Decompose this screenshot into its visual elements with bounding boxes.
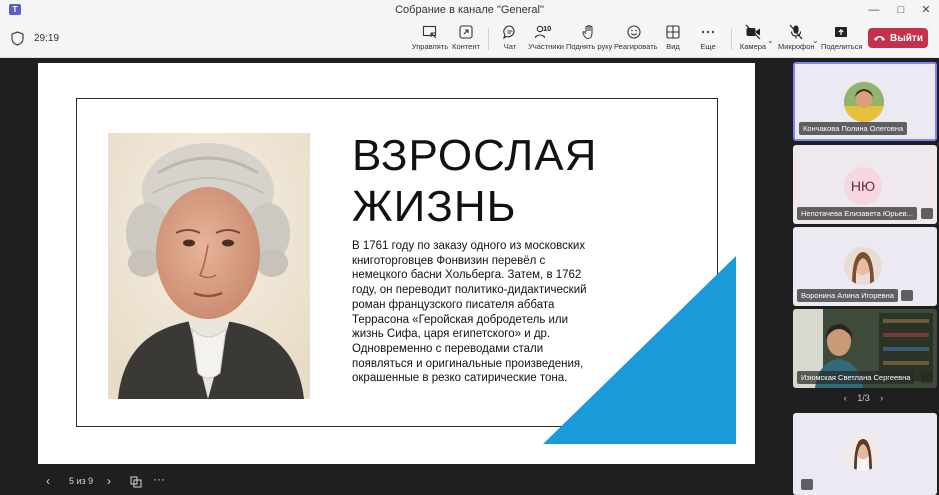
portrait-image	[108, 133, 310, 399]
muted-mic-icon	[921, 372, 933, 383]
participant-initials-avatar: НЮ	[844, 167, 882, 205]
share-button[interactable]: Поделиться	[821, 24, 863, 54]
pager-next-button[interactable]: ›	[880, 393, 883, 403]
leave-label: Выйти	[890, 32, 923, 44]
participant-tile[interactable]: Изюмская Светлана Сергеевна	[793, 309, 937, 388]
previous-slide-button[interactable]: ‹	[46, 474, 50, 488]
participant-name: Непотачева Елизавета Юрьев...	[797, 207, 917, 220]
next-slide-button[interactable]: ›	[107, 474, 111, 488]
participants-icon: 10	[528, 24, 564, 41]
view-icon	[662, 24, 684, 41]
presentation-slide: ВЗРОСЛАЯ ЖИЗНЬ В 1761 году по заказу одн…	[38, 63, 755, 464]
shared-content-stage: ВЗРОСЛАЯ ЖИЗНЬ В 1761 году по заказу одн…	[0, 59, 788, 495]
share-label: Поделиться	[821, 42, 863, 51]
camera-button[interactable]: Камера	[739, 24, 767, 54]
chat-button[interactable]: Чат	[497, 24, 523, 54]
mic-button[interactable]: Микрофон	[778, 24, 815, 54]
participants-pager: ‹ 1/3 ›	[788, 393, 939, 403]
participant-name: Воронина Алина Игоревна	[797, 289, 898, 302]
participant-avatar	[844, 82, 884, 122]
raise-hand-icon	[566, 24, 612, 41]
participant-name: Кончакова Полина Олеговна	[799, 122, 908, 135]
muted-mic-icon	[801, 479, 813, 490]
chat-label: Чат	[503, 42, 517, 51]
participants-panel: Кончакова Полина Олеговна НЮ Непотачева …	[788, 59, 939, 495]
raise-hand-label: Поднять руку	[566, 42, 613, 51]
chat-icon	[497, 24, 523, 41]
slide-navigation: ‹ 5 из 9 › ···	[0, 471, 260, 493]
slide-page-indicator: 5 из 9	[69, 476, 94, 486]
mic-label: Микрофон	[778, 42, 815, 51]
camera-options-chevron-icon[interactable]: ⌄	[767, 36, 774, 45]
view-button[interactable]: Вид	[662, 24, 684, 54]
slide-grid-button[interactable]	[130, 476, 142, 491]
camera-label: Камера	[739, 42, 767, 51]
react-icon	[614, 24, 654, 41]
participant-tile[interactable]: НЮ Непотачева Елизавета Юрьев...	[793, 145, 937, 224]
participants-button[interactable]: 10 Участники	[528, 24, 564, 54]
maximize-button[interactable]: □	[893, 2, 909, 18]
content-label: Контент	[452, 42, 480, 51]
muted-mic-icon	[901, 290, 913, 301]
raise-hand-button[interactable]: Поднять руку	[566, 24, 612, 54]
more-button[interactable]: Еще	[697, 24, 719, 54]
slide-grid-icon	[130, 476, 142, 488]
participant-name: Изюмская Светлана Сергеевна	[797, 371, 915, 384]
participants-count: 10	[543, 24, 552, 33]
participant-avatar	[844, 433, 882, 471]
slide-title-line-2: ЖИЗНЬ	[352, 182, 517, 231]
shield-icon	[11, 31, 24, 46]
participants-label: Участники	[528, 42, 564, 51]
camera-off-icon	[739, 24, 767, 41]
slide-title-line-1: ВЗРОСЛАЯ	[352, 131, 598, 180]
leave-button[interactable]: Выйти	[868, 28, 928, 48]
view-label: Вид	[666, 42, 680, 51]
mic-options-chevron-icon[interactable]: ⌄	[812, 36, 819, 45]
phone-icon	[874, 36, 886, 41]
more-icon	[697, 24, 719, 41]
content-icon	[450, 24, 482, 41]
react-label: Реагировать	[614, 42, 658, 51]
meeting-timer: 29:19	[34, 33, 60, 44]
share-icon	[821, 24, 861, 41]
pager-label: 1/3	[857, 393, 870, 403]
window-title: Собрание в канале "General"	[395, 4, 544, 16]
control-label: Управлять	[411, 42, 449, 51]
toolbar-divider	[731, 28, 732, 50]
pager-prev-button[interactable]: ‹	[844, 393, 847, 403]
more-label: Еще	[700, 42, 716, 51]
accent-triangle	[543, 256, 736, 444]
title-bar: T Собрание в канале "General" — □ ✕	[0, 0, 939, 20]
react-button[interactable]: Реагировать	[614, 24, 658, 54]
slide-title: ВЗРОСЛАЯ ЖИЗНЬ	[352, 130, 597, 232]
participant-tile[interactable]: Воронина Алина Игоревна	[793, 227, 937, 306]
participant-tile[interactable]: Кончакова Полина Олеговна	[793, 62, 937, 141]
control-button[interactable]: Управлять	[410, 24, 450, 54]
participant-avatar	[844, 247, 882, 285]
participant-tile[interactable]	[793, 413, 937, 495]
content-button[interactable]: Контент	[450, 24, 482, 54]
muted-mic-icon	[921, 208, 933, 219]
minimize-button[interactable]: —	[866, 2, 882, 18]
mic-off-icon	[778, 24, 814, 41]
meeting-toolbar: 29:19 Управлять Контент Чат 10 Участники…	[0, 20, 939, 58]
toolbar-divider	[488, 28, 489, 50]
close-window-button[interactable]: ✕	[918, 2, 934, 18]
control-icon	[410, 24, 450, 41]
slide-more-button[interactable]: ···	[153, 472, 165, 486]
